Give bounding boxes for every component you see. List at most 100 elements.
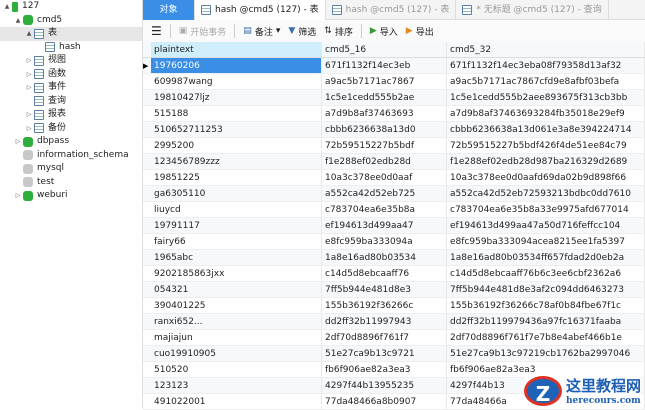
cell-plaintext[interactable]: 609987wang bbox=[151, 74, 322, 89]
cell-plaintext[interactable]: liuycd bbox=[151, 202, 322, 217]
table-row[interactable]: 1965abc 1a8e16ad80b03534 1a8e16ad80b03534f… bbox=[143, 250, 645, 266]
tree-item[interactable]: 查询 bbox=[0, 95, 142, 109]
cell-plaintext[interactable]: ga6305110 bbox=[151, 186, 322, 201]
expand-arrow-icon[interactable]: ▷ bbox=[24, 122, 34, 136]
column-header-plaintext[interactable]: plaintext bbox=[151, 42, 322, 57]
cell-cmd5-16[interactable]: f1e288ef02edb28d bbox=[322, 154, 447, 169]
expand-arrow-icon[interactable]: ▷ bbox=[13, 135, 23, 149]
table-row[interactable]: 390401225 155b36192f36266c 155b36192f36266… bbox=[143, 298, 645, 314]
import-button[interactable]: ▶ 导入 bbox=[370, 25, 398, 38]
cell-cmd5-32[interactable]: a552ca42d52eb72593213bdbc0dd7610 bbox=[447, 186, 645, 201]
cell-plaintext[interactable]: 1965abc bbox=[151, 250, 322, 265]
cell-plaintext[interactable]: cuo19910905 bbox=[151, 346, 322, 361]
sort-button[interactable]: ⇅ 排序 bbox=[324, 25, 353, 38]
cell-cmd5-16[interactable]: 10a3c378ee0d0aaf bbox=[322, 170, 447, 185]
cell-cmd5-16[interactable]: 1a8e16ad80b03534 bbox=[322, 250, 447, 265]
cell-cmd5-32[interactable]: 7ff5b944e481d8e3af2c094dd6463273 bbox=[447, 282, 645, 297]
expand-arrow-icon[interactable]: ▷ bbox=[24, 108, 34, 122]
tree-item[interactable]: ▷ weburi bbox=[0, 189, 142, 203]
cell-plaintext[interactable]: 491022001 bbox=[151, 394, 322, 409]
cell-cmd5-16[interactable]: 72b59515227b5bdf bbox=[322, 138, 447, 153]
tree-item[interactable]: ▲ cmd5 bbox=[0, 14, 142, 28]
cell-plaintext[interactable]: 2995200 bbox=[151, 138, 322, 153]
cell-cmd5-16[interactable]: fb6f906ae82a3ea3 bbox=[322, 362, 447, 377]
cell-cmd5-16[interactable]: 671f1132f14ec3eb bbox=[322, 58, 447, 73]
cell-cmd5-32[interactable]: 51e27ca9b13c97219cb1762ba2997046 bbox=[447, 346, 645, 361]
cell-cmd5-32[interactable]: 2df70d8896f761f7e7b8e4abef466b1e bbox=[447, 330, 645, 345]
tree-item[interactable]: ▷ 事件 bbox=[0, 81, 142, 95]
table-row[interactable]: 510652711253 cbbb6236638a13d0 cbbb6236638a… bbox=[143, 122, 645, 138]
expand-arrow-icon[interactable]: ▷ bbox=[24, 81, 34, 95]
cell-plaintext[interactable]: fairy66 bbox=[151, 234, 322, 249]
tree-item[interactable]: ▲ 127 bbox=[0, 0, 142, 14]
expand-arrow-icon[interactable]: ▷ bbox=[24, 68, 34, 82]
table-row[interactable]: 19851225 10a3c378ee0d0aaf 10a3c378ee0d0aaf… bbox=[143, 170, 645, 186]
table-row[interactable]: 123456789zzz f1e288ef02edb28d f1e288ef02ed… bbox=[143, 154, 645, 170]
tab-hash-table[interactable]: hash @cmd5 (127) - 表 bbox=[195, 0, 326, 20]
menu-button[interactable]: ☰ bbox=[151, 24, 162, 38]
tab-hash-table-design[interactable]: hash @cmd5 (127) - 表 bbox=[326, 0, 457, 20]
export-button[interactable]: ▶ 导出 bbox=[406, 25, 434, 38]
cell-cmd5-16[interactable]: cbbb6236638a13d0 bbox=[322, 122, 447, 137]
cell-cmd5-16[interactable]: 1c5e1cedd555b2ae bbox=[322, 90, 447, 105]
cell-cmd5-32[interactable]: a7d9b8af37463693284fb35018e29ef9 bbox=[447, 106, 645, 121]
tree-item[interactable]: test bbox=[0, 176, 142, 190]
expand-arrow-icon[interactable]: ▷ bbox=[13, 189, 23, 203]
table-row[interactable]: liuycd c783704ea6e35b8a c783704ea6e35b8a33… bbox=[143, 202, 645, 218]
cell-plaintext[interactable]: majiajun bbox=[151, 330, 322, 345]
expand-arrow-icon[interactable]: ▲ bbox=[24, 27, 34, 41]
cell-cmd5-16[interactable]: a552ca42d52eb725 bbox=[322, 186, 447, 201]
table-row[interactable]: ▶ 19760206 671f1132f14ec3eb 671f1132f14ec3e… bbox=[143, 58, 645, 74]
cell-cmd5-32[interactable]: f1e288ef02edb28d987ba216329d2689 bbox=[447, 154, 645, 169]
cell-plaintext[interactable]: 9202185863jxx bbox=[151, 266, 322, 281]
table-row[interactable]: 2995200 72b59515227b5bdf 72b59515227b5bdf4… bbox=[143, 138, 645, 154]
cell-cmd5-16[interactable]: a9ac5b7171ac7867 bbox=[322, 74, 447, 89]
cell-cmd5-32[interactable]: 1c5e1cedd555b2aee893675f313cb3bb bbox=[447, 90, 645, 105]
tree-item[interactable]: mysql bbox=[0, 162, 142, 176]
cell-plaintext[interactable]: 515188 bbox=[151, 106, 322, 121]
cell-cmd5-32[interactable]: c783704ea6e35b8a33e9975afd677014 bbox=[447, 202, 645, 217]
cell-cmd5-16[interactable]: ef194613d499aa47 bbox=[322, 218, 447, 233]
cell-plaintext[interactable]: 19791117 bbox=[151, 218, 322, 233]
begin-transaction-button[interactable]: ▣ 开始事务 bbox=[179, 25, 227, 38]
cell-cmd5-32[interactable]: 72b59515227b5bdf426f4de51ee84c79 bbox=[447, 138, 645, 153]
cell-cmd5-16[interactable]: e8fc959ba333094a bbox=[322, 234, 447, 249]
expand-arrow-icon[interactable]: ▲ bbox=[2, 0, 12, 14]
cell-plaintext[interactable]: 390401225 bbox=[151, 298, 322, 313]
cell-plaintext[interactable]: 19851225 bbox=[151, 170, 322, 185]
cell-cmd5-32[interactable]: e8fc959ba333094acea8215ee1fa5397 bbox=[447, 234, 645, 249]
expand-arrow-icon[interactable]: ▲ bbox=[13, 14, 23, 28]
tree-item[interactable]: ▷ 报表 bbox=[0, 108, 142, 122]
tree-item[interactable]: ▷ 函数 bbox=[0, 68, 142, 82]
table-row[interactable]: 609987wang a9ac5b7171ac7867 a9ac5b7171ac78… bbox=[143, 74, 645, 90]
note-button[interactable]: ▤ 备注 ▾ bbox=[243, 25, 280, 38]
table-row[interactable]: 515188 a7d9b8af37463693 a7d9b8af3746369328… bbox=[143, 106, 645, 122]
tree-item[interactable]: ▷ 备份 bbox=[0, 122, 142, 136]
tree-item[interactable]: ▷ dbpass bbox=[0, 135, 142, 149]
tree-item[interactable]: information_schema bbox=[0, 149, 142, 163]
cell-cmd5-32[interactable]: c14d5d8ebcaaff76b6c3ee6cbf2362a6 bbox=[447, 266, 645, 281]
cell-cmd5-32[interactable]: cbbb6236638a13d061e3a8e394224714 bbox=[447, 122, 645, 137]
table-row[interactable]: 19791117 ef194613d499aa47 ef194613d499aa47… bbox=[143, 218, 645, 234]
tree-item[interactable]: hash bbox=[0, 41, 142, 55]
cell-cmd5-16[interactable]: 51e27ca9b13c9721 bbox=[322, 346, 447, 361]
cell-plaintext[interactable]: 123456789zzz bbox=[151, 154, 322, 169]
tree-item[interactable]: ▲ 表 bbox=[0, 27, 142, 41]
cell-cmd5-16[interactable]: c783704ea6e35b8a bbox=[322, 202, 447, 217]
cell-cmd5-32[interactable]: 1a8e16ad80b03534ff657fdad2d0eb2a bbox=[447, 250, 645, 265]
cell-cmd5-32[interactable]: 671f1132f14ec3eba08f79358d13af32 bbox=[447, 58, 645, 73]
cell-cmd5-32[interactable]: a9ac5b7171ac7867cfd9e8afbf03befa bbox=[447, 74, 645, 89]
cell-cmd5-16[interactable]: 77da48466a8b0907 bbox=[322, 394, 447, 409]
cell-plaintext[interactable]: ranxi652... bbox=[151, 314, 322, 329]
table-row[interactable]: ga6305110 a552ca42d52eb725 a552ca42d52eb72… bbox=[143, 186, 645, 202]
table-row[interactable]: fairy66 e8fc959ba333094a e8fc959ba333094ac… bbox=[143, 234, 645, 250]
table-row[interactable]: 9202185863jxx c14d5d8ebcaaff76 c14d5d8ebca… bbox=[143, 266, 645, 282]
cell-plaintext[interactable]: 054321 bbox=[151, 282, 322, 297]
tree-item[interactable]: ▷ 视图 bbox=[0, 54, 142, 68]
cell-cmd5-16[interactable]: 155b36192f36266c bbox=[322, 298, 447, 313]
cell-plaintext[interactable]: 510652711253 bbox=[151, 122, 322, 137]
cell-cmd5-16[interactable]: 7ff5b944e481d8e3 bbox=[322, 282, 447, 297]
column-header-cmd5-16[interactable]: cmd5_16 bbox=[322, 42, 447, 57]
table-row[interactable]: ranxi652... dd2ff32b11997943 dd2ff32b11997… bbox=[143, 314, 645, 330]
tab-untitled-query[interactable]: * 无标题 @cmd5 (127) - 查询 bbox=[456, 0, 609, 20]
